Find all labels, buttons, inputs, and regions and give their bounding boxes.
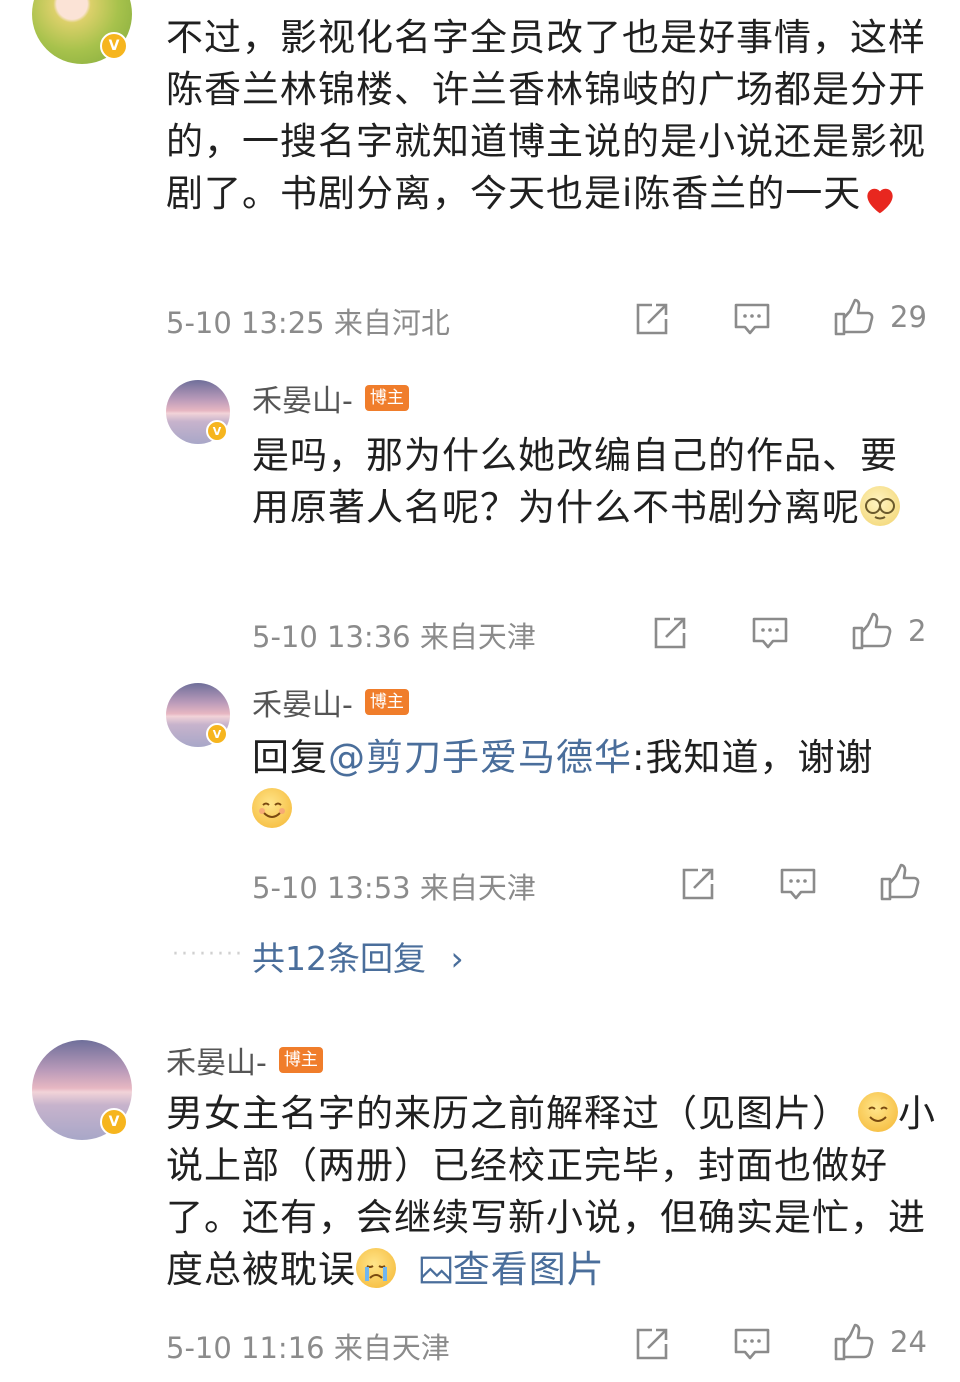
comment-body: 男女主名字的来历之前解释过（见图片）	[166, 1092, 850, 1135]
reply-text: 是吗，那为什么她改编自己的作品、要用原著人名呢？为什么不书剧分离呢	[252, 430, 902, 534]
chevron-right-icon: ›	[450, 939, 464, 978]
view-image-label: 查看图片	[452, 1248, 605, 1291]
like-icon[interactable]	[832, 296, 874, 338]
view-all-replies-link[interactable]: 共12条回复 ›	[252, 932, 464, 980]
reply-body: :我知道，谢谢	[632, 736, 874, 779]
reply-meta: 5-10 13:36 来自天津	[252, 620, 536, 654]
verified-badge-icon: V	[206, 723, 228, 745]
share-icon[interactable]	[630, 298, 672, 340]
glasses-emoji-icon	[860, 486, 900, 526]
like-count: 29	[890, 300, 927, 334]
share-icon[interactable]	[630, 1323, 672, 1365]
smile-emoji-icon	[858, 1092, 898, 1132]
username[interactable]: 禾晏山-	[252, 376, 353, 420]
view-image-link[interactable]: 查看图片	[419, 1248, 605, 1291]
verified-badge-icon: V	[100, 1108, 128, 1136]
share-icon[interactable]	[648, 612, 690, 654]
mention-link[interactable]: @剪刀手爱马德华	[328, 736, 632, 779]
like-count: 24	[890, 1325, 927, 1359]
author-badge: 博主	[278, 1047, 323, 1073]
reply-meta: 5-10 13:53 来自天津	[252, 871, 536, 905]
crying-emoji-icon	[356, 1248, 396, 1288]
replies-count-label: 共12条回复	[252, 939, 426, 978]
like-icon[interactable]	[878, 861, 920, 903]
comment-meta: 5-10 11:16 来自天津	[166, 1331, 450, 1365]
comment-icon[interactable]	[731, 1323, 773, 1365]
comment-body: 不过，影视化名字全员改了也是好事情，这样陈香兰林锦楼、许兰香林锦岐的广场都是分开…	[166, 16, 926, 215]
reply-body: 是吗，那为什么她改编自己的作品、要用原著人名呢？为什么不书剧分离呢	[252, 434, 898, 529]
reply-text: 回复@剪刀手爱马德华:我知道，谢谢	[252, 732, 912, 836]
like-icon[interactable]	[832, 1321, 874, 1363]
reply-prefix: 回复	[252, 736, 328, 779]
author-badge: 博主	[364, 689, 409, 715]
author-badge: 博主	[364, 385, 409, 411]
image-icon	[420, 1256, 452, 1284]
verified-badge-icon: V	[206, 420, 228, 442]
verified-badge-icon: V	[100, 32, 128, 60]
share-icon[interactable]	[676, 863, 718, 905]
comment-icon[interactable]	[777, 863, 819, 905]
reply-header: 禾晏山- 博主	[252, 376, 409, 420]
comment-icon[interactable]	[731, 298, 773, 340]
like-icon[interactable]	[850, 610, 892, 652]
reply-header: 禾晏山- 博主	[252, 680, 409, 724]
heart-emoji-icon	[861, 174, 899, 214]
comment-header: 禾晏山- 博主	[166, 1038, 323, 1082]
smile-emoji-icon	[252, 788, 292, 828]
comment-text: 男女主名字的来历之前解释过（见图片） 小说上部（两册）已经校正完毕，封面也做好了。…	[166, 1088, 936, 1296]
comment-text: 不过，影视化名字全员改了也是好事情，这样陈香兰林锦楼、许兰香林锦岐的广场都是分开…	[166, 12, 936, 220]
comment-meta: 5-10 13:25 来自河北	[166, 306, 450, 340]
comment-icon[interactable]	[749, 612, 791, 654]
username[interactable]: 禾晏山-	[252, 680, 353, 724]
like-count: 2	[908, 614, 927, 648]
username[interactable]: 禾晏山-	[166, 1038, 267, 1082]
divider-dots: ········	[172, 942, 244, 967]
